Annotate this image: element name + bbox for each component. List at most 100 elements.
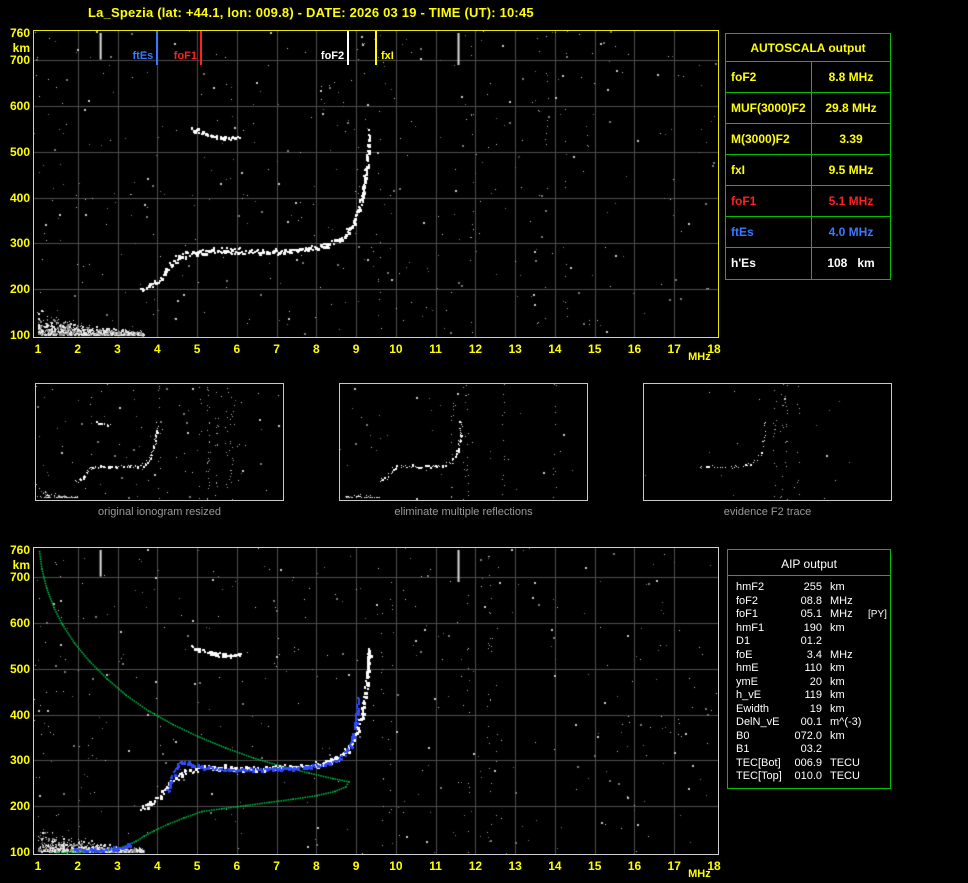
aip-row-note (868, 716, 890, 730)
aip-row-value: 072.0 (794, 729, 822, 742)
autoscala-row: MUF(3000)F2 29.8 MHz (726, 93, 890, 124)
x-axis-tick: 14 (548, 859, 562, 873)
aip-row-note (868, 730, 890, 744)
aip-row: hmF2 255 km (728, 581, 890, 595)
x-axis-tick: 14 (548, 342, 562, 356)
y-axis-tick: 760 (9, 26, 30, 40)
aip-row-value: 3.4 (806, 648, 822, 661)
aip-row-note (868, 662, 890, 676)
aip-row-label: foF1 (736, 608, 759, 620)
aip-row-value: 03.2 (800, 743, 822, 755)
autoscala-row-value: 108 km (827, 256, 875, 270)
x-axis-tick: 6 (233, 342, 241, 356)
thumbnail-caption: eliminate multiple reflections (394, 506, 533, 518)
aip-row-label: B0 (736, 729, 750, 742)
y-axis-unit-label: km (12, 41, 30, 55)
thumbnail-panel (643, 383, 892, 501)
aip-row: hmE 110 km (728, 662, 890, 676)
y-axis-tick: 500 (9, 144, 30, 159)
aip-row: D1 01.2 (728, 635, 890, 649)
aip-row-label: foE (736, 648, 753, 661)
x-axis-tick: 5 (193, 342, 201, 356)
aip-row-label: D1 (736, 635, 751, 647)
aip-row-value: 01.2 (800, 635, 822, 647)
thumbnail-canvas (340, 384, 587, 500)
thumbnail-caption: evidence F2 trace (723, 506, 812, 518)
autoscala-row-label: fxI (726, 155, 812, 185)
aip-output-table: AIP output hmF2 255 km foF2 08.8 MHz foF1 05.1 M… (727, 549, 891, 789)
aip-output-rows: hmF2 255 km foF2 08.8 MHz foF1 05.1 MHz [PY] hmF1 1… (728, 576, 890, 784)
aip-row-unit: km (830, 729, 845, 742)
aip-row-unit: m^(-3) (830, 716, 862, 728)
aip-row: DelN_vE 00.1 m^(-3) (728, 716, 890, 730)
aip-row-note (868, 689, 890, 703)
autoscala-row: h'Es 108 km (726, 248, 890, 279)
aip-row: TEC[Bot] 006.9 TECU (728, 757, 890, 771)
profile-canvas (34, 548, 718, 854)
x-axis-tick: 7 (273, 859, 280, 873)
aip-row-note: [PY] (868, 609, 887, 620)
x-axis-tick: 8 (313, 859, 320, 873)
x-axis-tick: 16 (627, 859, 642, 873)
x-axis-tick: 4 (153, 859, 161, 873)
aip-row-note (868, 622, 890, 636)
aip-row-unit (822, 743, 868, 757)
autoscala-row: ftEs 4.0 MHz (726, 217, 890, 248)
aip-row-label: DelN_vE (736, 716, 780, 728)
autoscala-output-table: AUTOSCALA output foF2 8.8 MHz MUF(3000)F2 2… (725, 33, 891, 280)
y-axis-tick: 700 (9, 570, 30, 585)
thumbnail-canvas (36, 384, 283, 500)
autoscala-row-label: M(3000)F2 (726, 124, 812, 154)
autoscala-row: M(3000)F2 3.39 (726, 124, 890, 155)
autoscala-row-label: h'Es (726, 248, 812, 279)
aip-row-label: TEC[Top] (736, 770, 782, 782)
autoscala-output-rows: foF2 8.8 MHz MUF(3000)F2 29.8 MHz M(3000)F2 3… (726, 62, 890, 279)
aip-row-label: foF2 (736, 594, 759, 607)
aip-row-unit (822, 635, 868, 649)
autoscala-row-label: foF1 (726, 186, 812, 216)
aip-row-value: 010.0 (794, 770, 822, 782)
y-axis-tick: 760 (9, 543, 30, 557)
y-axis-tick: 600 (9, 99, 30, 114)
marker-label-foF2: foF2 (320, 50, 345, 62)
aip-row-value: 110 (804, 662, 822, 674)
x-axis-tick: 3 (114, 342, 121, 356)
aip-row-note (868, 635, 890, 649)
x-axis-tick: 15 (588, 859, 602, 873)
marker-line-fxI (375, 31, 377, 65)
y-axis-tick: 400 (9, 190, 30, 205)
y-axis-tick: 400 (9, 707, 30, 722)
aip-row: B1 03.2 (728, 743, 890, 757)
aip-row-unit: km (830, 689, 845, 701)
marker-label-ftEs: ftEs (132, 50, 154, 62)
x-axis-tick: 3 (114, 859, 121, 873)
autoscala-row-value: 8.8 MHz (828, 70, 874, 84)
ionogram-canvas (34, 31, 718, 337)
aip-row-unit: km (830, 581, 845, 593)
x-axis-tick: 5 (193, 859, 201, 873)
x-axis-tick: 11 (429, 859, 442, 873)
aip-row: B0 072.0 km (728, 730, 890, 744)
autoscala-row: foF2 8.8 MHz (726, 62, 890, 93)
x-axis-tick: 10 (389, 859, 403, 873)
aip-row-label: hmF1 (736, 621, 765, 634)
aip-row-note (868, 743, 890, 757)
y-axis-tick: 600 (9, 616, 30, 631)
x-axis-tick: 12 (468, 342, 483, 356)
thumbnail-panel (339, 383, 588, 501)
aip-row: TEC[Top] 010.0 TECU (728, 770, 890, 784)
aip-row-label: ymE (736, 675, 758, 688)
aip-row-value: 20 (809, 675, 822, 688)
aip-row-value: 255 (803, 581, 822, 593)
aip-row-value: 05.1 (800, 608, 822, 620)
thumbnail-canvas (644, 384, 891, 500)
ionogram-plot: ftEs foF1 foF2 fxI (33, 30, 719, 338)
marker-label-foF1: foF1 (173, 50, 198, 62)
y-axis-tick: 500 (9, 661, 30, 676)
aip-row-note (868, 757, 890, 771)
aip-row: ymE 20 km (728, 676, 890, 690)
aip-row-unit: TECU (830, 756, 860, 769)
marker-label-fxI: fxI (381, 50, 394, 62)
aip-row-note (868, 676, 890, 690)
aip-row-label: Ewidth (736, 702, 770, 715)
